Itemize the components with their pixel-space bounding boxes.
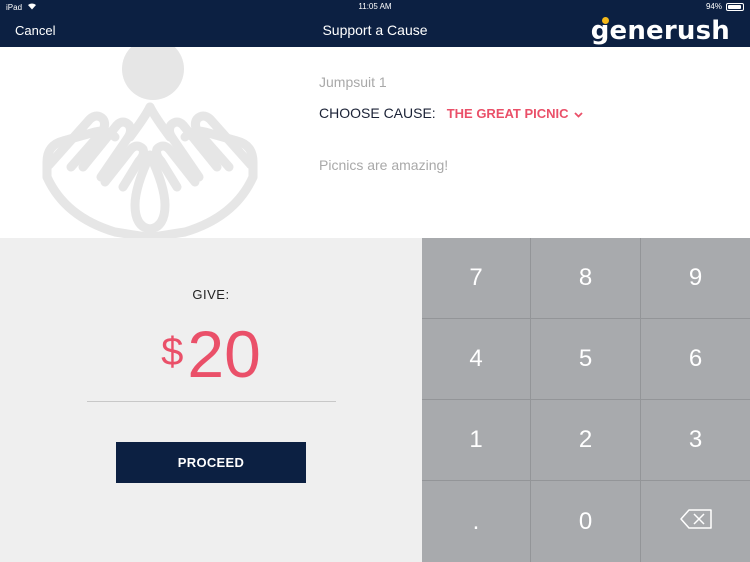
- cause-section: Jumpsuit 1 CHOOSE CAUSE: THE GREAT PICNI…: [0, 47, 750, 238]
- give-label: GIVE:: [192, 287, 230, 302]
- amount-value: 20: [187, 317, 261, 391]
- charity-hands-illustration: [42, 47, 258, 238]
- status-bar: iPad 11:05 AM 94%: [0, 0, 750, 14]
- key-5[interactable]: 5: [531, 319, 641, 400]
- key-7[interactable]: 7: [422, 238, 531, 319]
- choose-cause-row: CHOOSE CAUSE: THE GREAT PICNIC: [319, 105, 583, 121]
- selected-cause: THE GREAT PICNIC: [446, 105, 569, 121]
- key-6[interactable]: 6: [641, 319, 750, 400]
- key-3[interactable]: 3: [641, 400, 750, 481]
- generush-logo: generush: [590, 15, 730, 46]
- status-right: 94%: [706, 2, 744, 11]
- amount-display: $ 20: [0, 317, 422, 391]
- amount-divider: [87, 401, 336, 402]
- cause-dropdown[interactable]: THE GREAT PICNIC: [447, 106, 583, 121]
- key-8[interactable]: 8: [531, 238, 641, 319]
- battery-percent: 94%: [705, 2, 722, 11]
- key-0[interactable]: 0: [531, 481, 641, 562]
- nav-bar: Cancel Support a Cause generush: [0, 14, 750, 47]
- proceed-button[interactable]: PROCEED: [116, 442, 306, 483]
- logo-dot: [601, 16, 609, 24]
- item-name: Jumpsuit 1: [319, 74, 387, 90]
- status-time: 11:05 AM: [358, 2, 392, 11]
- key-1[interactable]: 1: [422, 400, 531, 481]
- currency-symbol: $: [161, 330, 184, 374]
- battery-icon: [726, 2, 744, 11]
- key-9[interactable]: 9: [641, 238, 750, 319]
- key-4[interactable]: 4: [422, 319, 531, 400]
- key-2[interactable]: 2: [531, 400, 641, 481]
- delete-key[interactable]: [641, 481, 750, 562]
- numeric-keypad: 7 8 9 4 5 6 1 2 3 . 0: [422, 238, 750, 562]
- backspace-icon: [679, 508, 712, 536]
- give-panel: GIVE: $ 20 PROCEED: [0, 238, 422, 562]
- chevron-down-icon: [573, 106, 583, 121]
- cause-description: Picnics are amazing!: [319, 157, 449, 173]
- key-decimal[interactable]: .: [422, 481, 531, 562]
- choose-cause-label: CHOOSE CAUSE:: [319, 105, 436, 121]
